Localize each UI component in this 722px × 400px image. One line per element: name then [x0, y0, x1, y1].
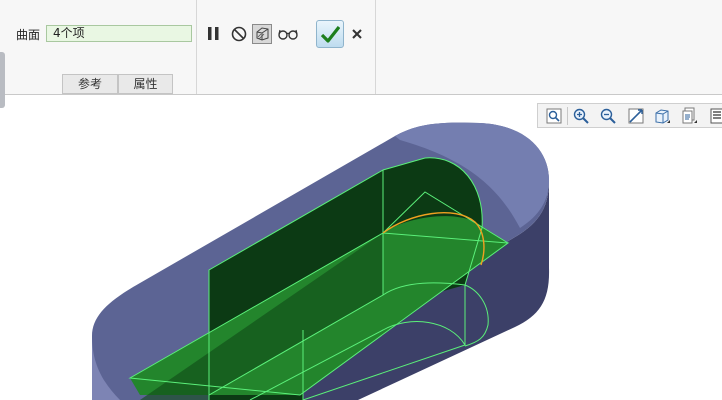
refit-button[interactable]	[627, 107, 645, 125]
ok-button[interactable]	[316, 20, 344, 48]
tab-properties[interactable]: 属性	[118, 74, 173, 94]
cancel-button[interactable]	[350, 27, 364, 41]
zoom-in-icon	[573, 108, 589, 124]
feature-dashboard: 曲面 4个项 参考 属性	[0, 0, 722, 95]
zoom-out-button[interactable]	[599, 107, 617, 125]
dashboard-divider	[196, 0, 197, 94]
dashboard-side-handle[interactable]	[0, 52, 5, 108]
surface-collector-field[interactable]: 4个项	[46, 25, 192, 42]
graphics-toolbar	[537, 103, 722, 128]
toolbar-divider	[567, 107, 568, 125]
checkmark-icon	[320, 26, 340, 43]
glasses-icon	[278, 29, 298, 40]
detailed-preview-button[interactable]	[277, 24, 299, 44]
preview-icon	[256, 27, 269, 41]
no-entry-icon	[231, 26, 247, 42]
layers-icon	[710, 108, 722, 124]
refit-icon	[628, 108, 644, 124]
zoom-window-icon	[546, 108, 562, 124]
layers-button[interactable]	[707, 107, 722, 125]
tab-references[interactable]: 参考	[62, 74, 118, 94]
saved-views-icon	[682, 107, 697, 124]
pause-button[interactable]	[204, 24, 224, 44]
saved-views-button[interactable]	[680, 107, 698, 125]
display-style-icon	[655, 109, 670, 124]
no-preview-button[interactable]	[229, 24, 249, 44]
dashboard-divider	[375, 0, 376, 94]
zoom-out-icon	[600, 108, 616, 124]
zoom-in-button[interactable]	[572, 107, 590, 125]
display-style-button[interactable]	[653, 107, 671, 125]
pause-icon	[208, 27, 219, 40]
verify-preview-button[interactable]	[252, 24, 272, 44]
zoom-window-button[interactable]	[545, 107, 563, 125]
close-icon	[352, 29, 362, 39]
surface-label: 曲面	[16, 28, 41, 42]
model-3d[interactable]	[92, 122, 550, 400]
